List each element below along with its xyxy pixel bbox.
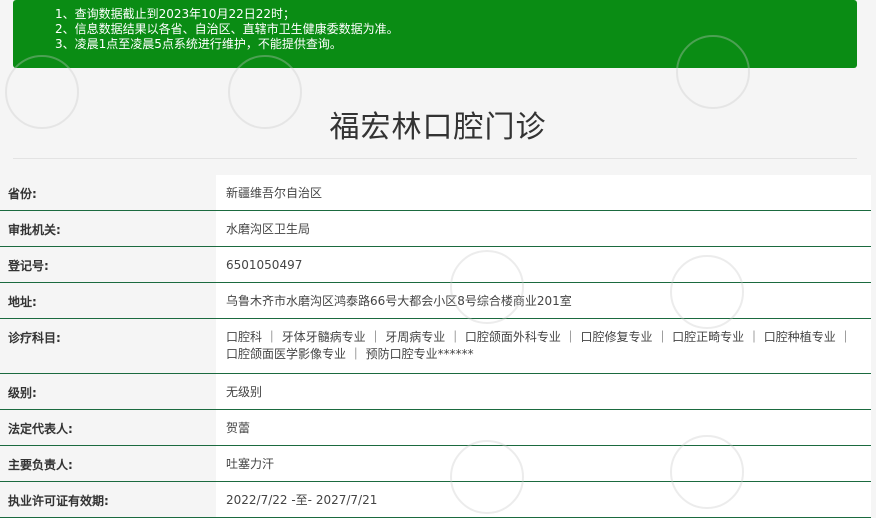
info-table: 省份: 新疆维吾尔自治区 审批机关: 水磨沟区卫生局 登记号: 65010504…: [0, 175, 871, 518]
table-row: 登记号: 6501050497: [0, 247, 871, 283]
field-value: 新疆维吾尔自治区: [216, 175, 871, 210]
field-value: 口腔科 ｜ 牙体牙髓病专业 ｜ 牙周病专业 ｜ 口腔颌面外科专业 ｜ 口腔修复专…: [216, 319, 871, 373]
field-label: 主要负责人:: [0, 446, 216, 481]
field-value: 2022/7/22 -至- 2027/7/21: [216, 482, 871, 517]
notice-banner: 1、查询数据截止到2023年10月22日22时； 2、信息数据结果以各省、自治区…: [13, 0, 857, 68]
field-label: 地址:: [0, 283, 216, 318]
notice-line: 2、信息数据结果以各省、自治区、直辖市卫生健康委数据为准。: [55, 22, 399, 36]
table-row: 主要负责人: 吐塞力汗: [0, 446, 871, 482]
notice-line: 1、查询数据截止到2023年10月22日22时；: [55, 7, 295, 21]
field-label: 法定代表人:: [0, 410, 216, 445]
field-value: 乌鲁木齐市水磨沟区鸿泰路66号大都会小区8号综合楼商业201室: [216, 283, 871, 318]
field-label: 省份:: [0, 175, 216, 210]
field-value: 吐塞力汗: [216, 446, 871, 481]
field-label: 级别:: [0, 374, 216, 409]
field-value: 无级别: [216, 374, 871, 409]
field-label: 执业许可证有效期:: [0, 482, 216, 517]
field-label: 登记号:: [0, 247, 216, 282]
table-row: 地址: 乌鲁木齐市水磨沟区鸿泰路66号大都会小区8号综合楼商业201室: [0, 283, 871, 319]
notice-line: 3、凌晨1点至凌晨5点系统进行维护，不能提供查询。: [55, 37, 342, 51]
table-row: 法定代表人: 贺蕾: [0, 410, 871, 446]
table-row: 审批机关: 水磨沟区卫生局: [0, 211, 871, 247]
field-value: 贺蕾: [216, 410, 871, 445]
field-value: 水磨沟区卫生局: [216, 211, 871, 246]
field-value: 6501050497: [216, 247, 871, 282]
table-row: 诊疗科目: 口腔科 ｜ 牙体牙髓病专业 ｜ 牙周病专业 ｜ 口腔颌面外科专业 ｜…: [0, 319, 871, 374]
table-row: 级别: 无级别: [0, 374, 871, 410]
page-title: 福宏林口腔门诊: [329, 110, 547, 145]
table-row: 省份: 新疆维吾尔自治区: [0, 175, 871, 211]
field-label: 诊疗科目:: [0, 319, 216, 373]
field-label: 审批机关:: [0, 211, 216, 246]
title-divider: [13, 158, 857, 159]
